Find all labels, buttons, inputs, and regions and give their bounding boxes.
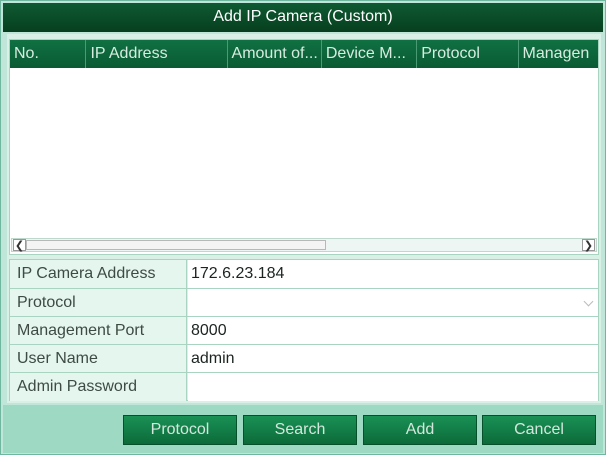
column-header-device-model[interactable]: Device M... bbox=[322, 40, 418, 68]
add-button[interactable]: Add bbox=[363, 415, 477, 445]
form-row-ip-address: IP Camera Address 172.6.23.184 bbox=[10, 260, 598, 288]
user-name-field[interactable]: admin bbox=[188, 345, 598, 373]
table-header: No. IP Address Amount of... Device M... … bbox=[10, 40, 598, 68]
protocol-label: Protocol bbox=[10, 289, 187, 317]
add-ip-camera-dialog: Add IP Camera (Custom) No. IP Address Am… bbox=[0, 0, 606, 455]
column-header-protocol[interactable]: Protocol bbox=[417, 40, 519, 68]
management-port-label: Management Port bbox=[10, 317, 187, 345]
form-row-management-port: Management Port 8000 bbox=[10, 316, 598, 345]
form-row-user-name: User Name admin bbox=[10, 344, 598, 373]
search-button[interactable]: Search bbox=[243, 415, 357, 445]
form-row-admin-password: Admin Password bbox=[10, 372, 598, 401]
dialog-footer: Protocol Search Add Cancel bbox=[3, 405, 603, 453]
protocol-button[interactable]: Protocol bbox=[123, 415, 237, 445]
protocol-select[interactable] bbox=[188, 289, 598, 317]
column-header-no[interactable]: No. bbox=[10, 40, 87, 68]
scroll-right-icon[interactable]: ❯ bbox=[582, 239, 595, 252]
camera-form: IP Camera Address 172.6.23.184 Protocol … bbox=[9, 259, 599, 401]
column-header-amount[interactable]: Amount of... bbox=[228, 40, 322, 68]
admin-password-label: Admin Password bbox=[10, 373, 187, 401]
column-header-management[interactable]: Managen bbox=[519, 40, 598, 68]
column-header-ip-address[interactable]: IP Address bbox=[86, 40, 228, 68]
ip-address-field[interactable]: 172.6.23.184 bbox=[188, 260, 598, 288]
scroll-left-icon[interactable]: ❮ bbox=[13, 239, 26, 252]
management-port-field[interactable]: 8000 bbox=[188, 317, 598, 345]
camera-table[interactable]: No. IP Address Amount of... Device M... … bbox=[9, 39, 599, 255]
user-name-label: User Name bbox=[10, 345, 187, 373]
horizontal-scrollbar[interactable]: ❮ ❯ bbox=[11, 238, 597, 252]
chevron-down-icon[interactable] bbox=[583, 296, 594, 307]
ip-address-label: IP Camera Address bbox=[10, 260, 187, 288]
dialog-title: Add IP Camera (Custom) bbox=[3, 3, 603, 32]
cancel-button[interactable]: Cancel bbox=[482, 415, 596, 445]
scroll-thumb[interactable] bbox=[26, 240, 326, 250]
form-row-protocol: Protocol bbox=[10, 288, 598, 317]
admin-password-field[interactable] bbox=[188, 373, 598, 401]
